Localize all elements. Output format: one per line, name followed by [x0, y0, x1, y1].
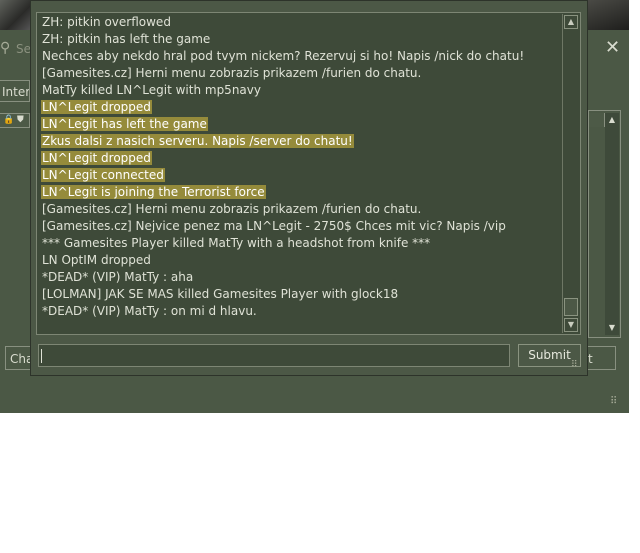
chat-line: *DEAD* (VIP) MatTy : aha — [41, 269, 560, 286]
chat-line-text: [Gamesites.cz] Herni menu zobrazis prika… — [42, 202, 422, 216]
chat-line: ZH: pitkin overflowed — [41, 14, 560, 31]
search-input[interactable]: Se — [16, 42, 31, 56]
server-list-header: 🔒 ⛊ — [0, 113, 30, 128]
chat-line: Zkus dalsi z nasich serveru. Napis /serv… — [41, 133, 560, 150]
chat-line: [Gamesites.cz] Herni menu zobrazis prika… — [41, 201, 560, 218]
chat-line: *** Gamesites Player killed MatTy with a… — [41, 235, 560, 252]
chat-dialog: ZH: pitkin overflowed ZH: pitkin has left… — [30, 0, 588, 376]
scroll-down-icon[interactable]: ▼ — [564, 318, 578, 332]
chat-line: [Gamesites.cz] Herni menu zobrazis prika… — [41, 65, 560, 82]
resize-grip-icon[interactable]: ⠿ — [610, 396, 617, 407]
resize-grip-icon[interactable]: ⠿ — [571, 360, 578, 370]
chat-button[interactable]: Cha — [5, 346, 30, 370]
chat-line: LN^Legit dropped — [41, 150, 560, 167]
chat-lines: ZH: pitkin overflowed ZH: pitkin has left… — [41, 14, 560, 320]
chat-line-text: [Gamesites.cz] Herni menu zobrazis prika… — [42, 66, 422, 80]
chat-line: ZH: pitkin has left the game — [41, 31, 560, 48]
chat-line-text: ZH: pitkin overflowed — [42, 15, 171, 29]
map-preview-image — [0, 0, 30, 30]
search-icon: ⚲ — [0, 40, 11, 56]
scroll-up-icon[interactable]: ▲ — [564, 15, 578, 29]
chat-line: LN^Legit connected — [41, 167, 560, 184]
chat-line: Nechces aby nekdo hral pod tvym nickem? … — [41, 48, 560, 65]
shield-icon[interactable]: ⛊ — [17, 115, 24, 125]
scroll-down-icon[interactable]: ▼ — [605, 321, 619, 335]
chat-line-text: LN OptIM dropped — [42, 253, 151, 267]
lock-icon[interactable]: 🔒 — [3, 115, 14, 125]
chat-line: LN^Legit is joining the Terrorist force — [41, 184, 560, 201]
chat-line-text: LN^Legit has left the game — [41, 117, 208, 131]
chat-line: [Gamesites.cz] Nejvice penez ma LN^Legit… — [41, 218, 560, 235]
chat-line-text: LN^Legit is joining the Terrorist force — [41, 185, 266, 199]
chat-line-text: Zkus dalsi z nasich serveru. Napis /serv… — [41, 134, 354, 148]
chat-line: LN^Legit dropped — [41, 99, 560, 116]
column-header[interactable] — [589, 113, 605, 127]
chat-line-text: [LOLMAN] JAK SE MAS killed Gamesites Pla… — [42, 287, 399, 301]
tab-internet[interactable]: Inter — [0, 80, 30, 102]
chat-scrollbar[interactable]: ▲ ▼ — [562, 14, 579, 333]
chat-line-text: ZH: pitkin has left the game — [42, 32, 211, 46]
server-list-scrollbar[interactable]: ▲ ▼ — [605, 113, 619, 335]
map-preview-image-right — [588, 0, 629, 30]
chat-input[interactable] — [38, 344, 510, 367]
scroll-up-icon[interactable]: ▲ — [605, 113, 619, 127]
chat-line: LN^Legit has left the game — [41, 116, 560, 133]
connect-button[interactable]: t — [588, 346, 616, 370]
chat-line-text: *DEAD* (VIP) MatTy : on mi d hlavu. — [42, 304, 257, 318]
chat-line: *DEAD* (VIP) MatTy : on mi d hlavu. — [41, 303, 560, 320]
chat-line-text: LN^Legit dropped — [41, 100, 152, 114]
text-caret — [41, 348, 42, 363]
chat-line: LN OptIM dropped — [41, 252, 560, 269]
chat-line-text: LN^Legit connected — [41, 168, 165, 182]
chat-line-text: [Gamesites.cz] Nejvice penez ma LN^Legit… — [42, 219, 506, 233]
chat-line-text: MatTy killed LN^Legit with mp5navy — [42, 83, 261, 97]
chat-line-text: *** Gamesites Player killed MatTy with a… — [42, 236, 431, 250]
chat-line: MatTy killed LN^Legit with mp5navy — [41, 82, 560, 99]
server-list-right-edge: ▲ ▼ — [588, 110, 621, 338]
scroll-thumb[interactable] — [564, 298, 578, 316]
chat-log: ZH: pitkin overflowed ZH: pitkin has left… — [36, 12, 581, 335]
close-icon[interactable]: ✕ — [605, 37, 620, 58]
chat-line: [LOLMAN] JAK SE MAS killed Gamesites Pla… — [41, 286, 560, 303]
chat-line-text: LN^Legit dropped — [41, 151, 152, 165]
chat-line-text: Nechces aby nekdo hral pod tvym nickem? … — [42, 49, 525, 63]
chat-line-text: *DEAD* (VIP) MatTy : aha — [42, 270, 194, 284]
